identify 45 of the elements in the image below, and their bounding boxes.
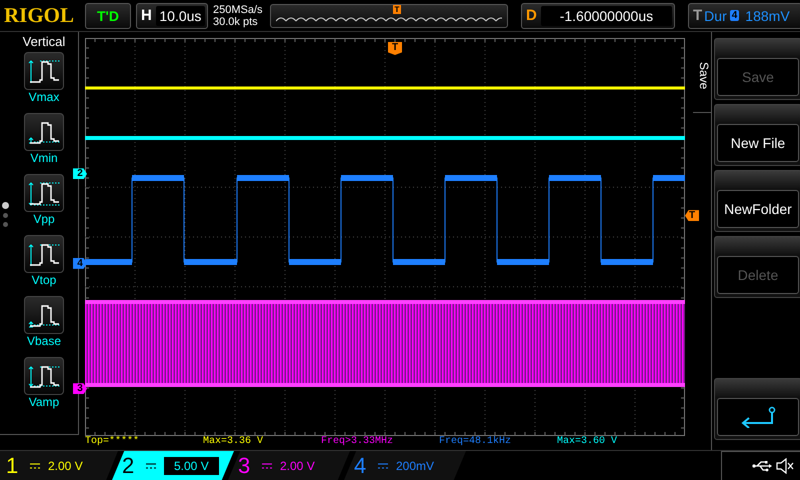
dc-coupling-icon [262, 462, 272, 468]
measurement-button[interactable] [24, 113, 64, 151]
channel-marker[interactable]: 3 [73, 383, 87, 394]
measurement-button[interactable] [24, 296, 64, 334]
channel-marker[interactable]: 4 [73, 258, 87, 269]
trigger-position-marker: T [393, 4, 401, 14]
channel-tab[interactable]: 1 2.00 V [0, 451, 118, 480]
sample-rate: 250MSa/s [213, 4, 264, 16]
measurement-readout: Max=3.36 V [203, 436, 264, 448]
menu-button[interactable]: New File [714, 104, 800, 166]
trigger-position-marker[interactable]: T [388, 42, 402, 55]
channel-tab[interactable]: 4 200mV [344, 451, 466, 480]
measurement-readout: Top=***** [85, 436, 140, 448]
channel-tab[interactable]: 2 5.00 V [112, 451, 234, 480]
measurement-button[interactable] [24, 235, 64, 273]
measurement-readout: Freq=48.1kHz [439, 436, 512, 448]
measurement-label: Vmin [30, 151, 58, 165]
memory-depth: 30.0k pts [213, 16, 259, 28]
menu-title: Save [693, 36, 712, 113]
measurement-label: Vamp [28, 395, 60, 409]
measurement-button[interactable] [24, 52, 64, 90]
measurement-button[interactable] [24, 174, 64, 212]
menu-title: Vertical [22, 34, 66, 49]
back-button[interactable] [714, 378, 800, 440]
measurement-label: Vpp [33, 212, 55, 226]
measurement-readout: Freq>3.33MHz [321, 436, 394, 448]
horizontal-scale-display[interactable]: H 10.0us [136, 2, 208, 28]
measurement-button[interactable] [24, 357, 64, 395]
trigger-level-marker[interactable]: T [685, 210, 699, 222]
trigger-display[interactable]: T Dur 4 188mV [688, 2, 800, 28]
menu-button[interactable]: NewFolder [714, 170, 800, 232]
delay-display[interactable]: D -1.60000000us [521, 2, 675, 28]
dc-coupling-icon [378, 462, 388, 468]
run-status-button[interactable]: T'D [85, 2, 131, 28]
usb-icon [752, 460, 772, 472]
channel-tab[interactable]: 3 2.00 V [228, 451, 350, 480]
measurement-label: Vbase [26, 334, 62, 348]
measurement-readout: Max=3.60 V [557, 436, 618, 448]
measurement-label: Vmax [28, 90, 60, 104]
dc-coupling-icon [146, 462, 156, 468]
brand-logo: RIGOL [4, 3, 76, 28]
measurement-label: Vtop [32, 273, 56, 287]
mute-icon [776, 458, 794, 474]
dc-coupling-icon [30, 462, 40, 468]
channel-marker[interactable]: 2 [73, 168, 87, 180]
